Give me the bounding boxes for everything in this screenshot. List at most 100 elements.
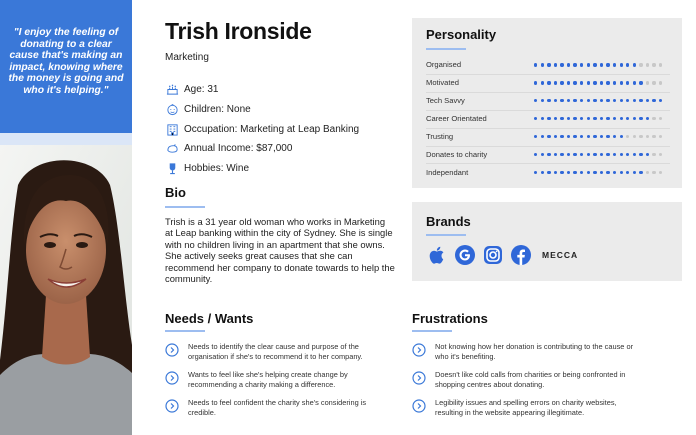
rating-dot (658, 170, 663, 175)
rating-dot (619, 63, 623, 67)
persona-role: Marketing (165, 52, 209, 63)
rating-dot (612, 152, 617, 157)
rating-dot (632, 81, 637, 85)
rating-dot (652, 152, 656, 157)
rating-dot (658, 63, 663, 67)
rating-dot (540, 134, 544, 139)
rating-dot (599, 63, 604, 67)
rating-dot (553, 99, 558, 103)
rating-dot (606, 63, 610, 67)
rating-dot (645, 170, 650, 175)
rating-dot (540, 152, 544, 157)
trait-label: Trusting (426, 132, 454, 142)
rating-dot (566, 152, 571, 157)
rating-dot (626, 99, 630, 103)
rating-dot (566, 170, 571, 175)
trait-label: Organised (426, 60, 462, 70)
rating-dot (547, 116, 551, 121)
frustration-text: Doesn't like cold calls from charities o… (435, 370, 626, 389)
rating-dot (632, 63, 637, 67)
rating-dot (573, 134, 577, 139)
rating-dot (580, 99, 584, 103)
hobbies-icon (165, 162, 179, 176)
rating-dot (632, 170, 637, 175)
trait-row: Independant (426, 163, 670, 181)
rating-dot (586, 63, 591, 67)
brands-title: Brands (426, 214, 471, 229)
rating-dot (573, 116, 577, 121)
rating-dot (658, 134, 663, 139)
rating-dot (534, 152, 538, 157)
personality-panel: Personality Organised Motivated Tech Savvy… (412, 18, 682, 188)
frustrations-list: Not knowing how her donation is contribu… (412, 342, 642, 427)
rating-dot (580, 116, 584, 121)
rating-dot (606, 152, 610, 157)
frustration-text: Not knowing how her donation is contribu… (435, 342, 634, 361)
fact-hobbies: Hobbies: Wine (165, 159, 359, 179)
need-text: Wants to feel like she's helping create … (188, 370, 348, 389)
rating-dot (619, 99, 623, 103)
chevron-circle-icon (165, 399, 179, 413)
rating-dot (580, 170, 584, 175)
portrait-illustration (0, 145, 132, 435)
chevron-circle-icon (412, 343, 426, 357)
rating-dot (566, 116, 571, 121)
frustrations-underline (412, 330, 452, 332)
children-icon (165, 103, 179, 117)
rating-dot (593, 134, 597, 139)
bio-text: Trish is a 31 year old woman who works i… (165, 216, 395, 285)
rating-dot (639, 99, 643, 103)
rating-dot (586, 116, 591, 121)
needs-title: Needs / Wants (165, 311, 254, 326)
rating-dot (599, 116, 604, 121)
list-item: Not knowing how her donation is contribu… (412, 342, 642, 361)
rating-dot (612, 81, 617, 85)
rating-dot (639, 63, 643, 67)
rating-dot (586, 170, 591, 175)
rating-dot (632, 116, 637, 121)
fact-text: Annual Income: $87,000 (184, 143, 293, 155)
rating-dot (593, 81, 597, 85)
trait-rating (534, 99, 663, 103)
rating-dot (534, 116, 538, 121)
trait-label: Independant (426, 167, 469, 177)
rating-dot (586, 99, 591, 103)
rating-dot (586, 81, 591, 85)
rating-dot (560, 134, 564, 139)
rating-dot (652, 170, 656, 175)
need-text: Needs to identify the clear cause and pu… (188, 342, 363, 361)
trait-rating (534, 81, 663, 85)
rating-dot (547, 152, 551, 157)
rating-dot (606, 116, 610, 121)
rating-dot (586, 134, 591, 139)
rating-dot (540, 170, 544, 175)
fact-children: Children: None (165, 100, 359, 120)
rating-dot (652, 81, 656, 85)
rating-dot (547, 99, 551, 103)
rating-dot (606, 170, 610, 175)
rating-dot (606, 81, 610, 85)
trait-label: Career Orientated (426, 114, 487, 124)
list-item: Legibility issues and spelling errors on… (412, 398, 642, 417)
persona-photo (0, 145, 132, 435)
rating-dot (540, 116, 544, 121)
rating-dot (560, 99, 564, 103)
income-icon (165, 142, 179, 156)
rating-dot (619, 170, 623, 175)
rating-dot (612, 63, 617, 67)
needs-underline (165, 330, 205, 332)
rating-dot (560, 116, 564, 121)
bio-underline (165, 206, 205, 208)
needs-list: Needs to identify the clear cause and pu… (165, 342, 395, 427)
rating-dot (652, 99, 656, 103)
rating-dot (612, 99, 617, 103)
rating-dot (612, 170, 617, 175)
rating-dot (573, 81, 577, 85)
rating-dot (645, 134, 650, 139)
rating-dot (566, 99, 571, 103)
rating-dot (645, 81, 650, 85)
rating-dot (599, 170, 604, 175)
rating-dot (658, 81, 663, 85)
trait-row: Organised (426, 56, 670, 74)
fact-text: Children: None (184, 104, 251, 116)
